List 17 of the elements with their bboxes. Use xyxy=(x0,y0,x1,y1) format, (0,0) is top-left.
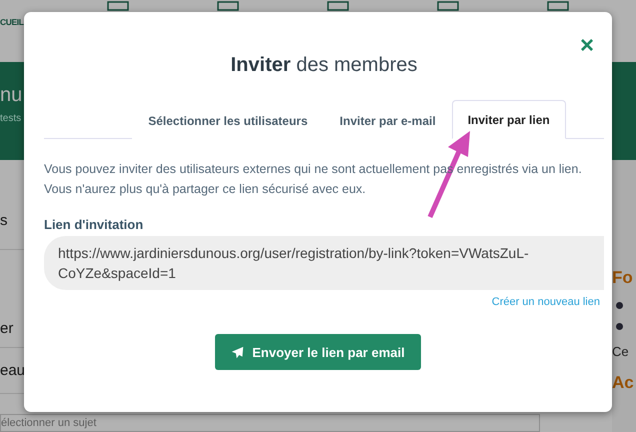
section-heading: Ac xyxy=(612,373,635,393)
close-button[interactable]: × xyxy=(576,34,598,58)
section-text: Ce xyxy=(612,344,630,359)
new-link[interactable]: Créer un nouveau lien xyxy=(492,296,600,308)
section-heading: Fo xyxy=(612,268,634,288)
bullet-icon xyxy=(616,302,623,309)
send-button[interactable]: Envoyer le lien par email xyxy=(215,334,421,370)
field-label: Lien d'invitation xyxy=(44,217,144,232)
send-icon xyxy=(231,346,244,358)
nav-label[interactable]: CUEIL xyxy=(0,17,24,27)
bullet-icon xyxy=(616,323,623,330)
topic-select[interactable]: électionner un sujet xyxy=(0,414,540,432)
hero-subtitle: tests xyxy=(0,113,22,124)
tab[interactable]: Inviter par lien xyxy=(452,100,566,139)
hero-title: nu xyxy=(0,84,22,107)
link-field[interactable]: https://www.jardiniersdunous.org/user/registration/by-link?token=VWatsZuL-CoYZe&spaceId=1 xyxy=(44,236,604,290)
dialog-title: Inviter des membres xyxy=(230,54,418,76)
